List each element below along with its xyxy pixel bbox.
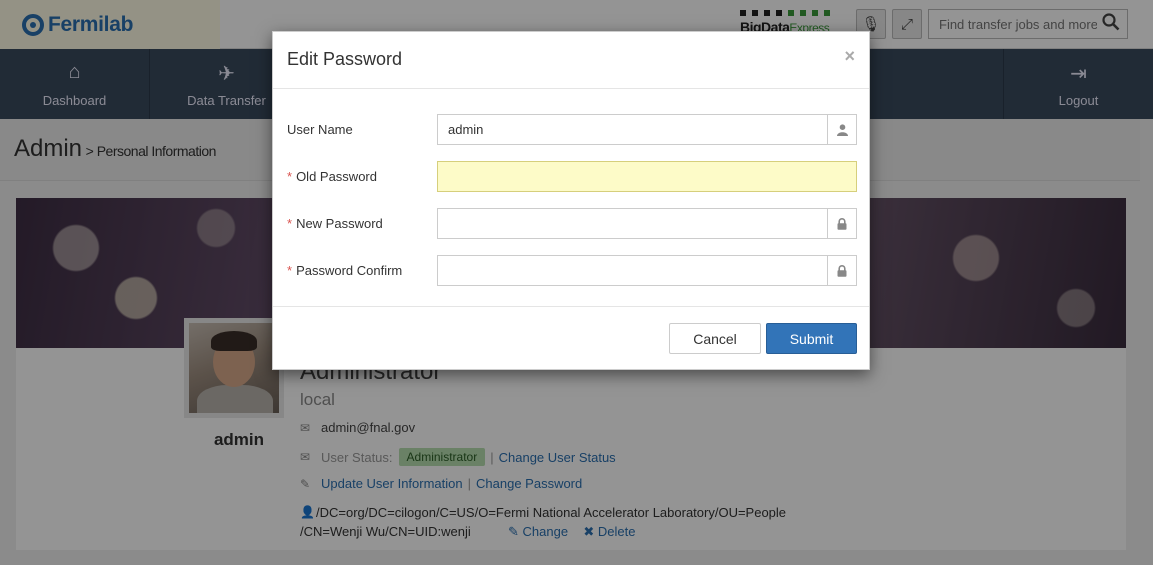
password-confirm-label: * Password Confirm [287,263,403,278]
old-password-field[interactable] [437,161,857,192]
close-icon[interactable]: × [844,46,855,67]
lock-icon [827,209,856,238]
dialog-header: Edit Password × [273,32,869,89]
username-label: User Name [287,122,353,137]
new-password-field[interactable] [437,208,857,239]
submit-button[interactable]: Submit [766,323,857,354]
new-password-label: * New Password [287,216,383,231]
old-password-row: * Old Password [287,161,857,192]
password-confirm-row: * Password Confirm [287,255,857,286]
username-field[interactable] [437,114,857,145]
old-password-label: * Old Password [287,169,377,184]
dialog-body: User Name *Old Password *New Password *P… [273,89,869,307]
edit-password-dialog: Edit Password × User Name *Old Password … [272,31,870,370]
new-password-row: * New Password [287,208,857,239]
password-confirm-field[interactable] [437,255,857,286]
lock-icon [827,256,856,285]
cancel-button[interactable]: Cancel [669,323,761,354]
dialog-title: Edit Password [287,49,403,69]
dialog-footer: Cancel Submit [273,307,869,370]
user-icon [827,115,856,144]
username-row: User Name [287,114,857,145]
